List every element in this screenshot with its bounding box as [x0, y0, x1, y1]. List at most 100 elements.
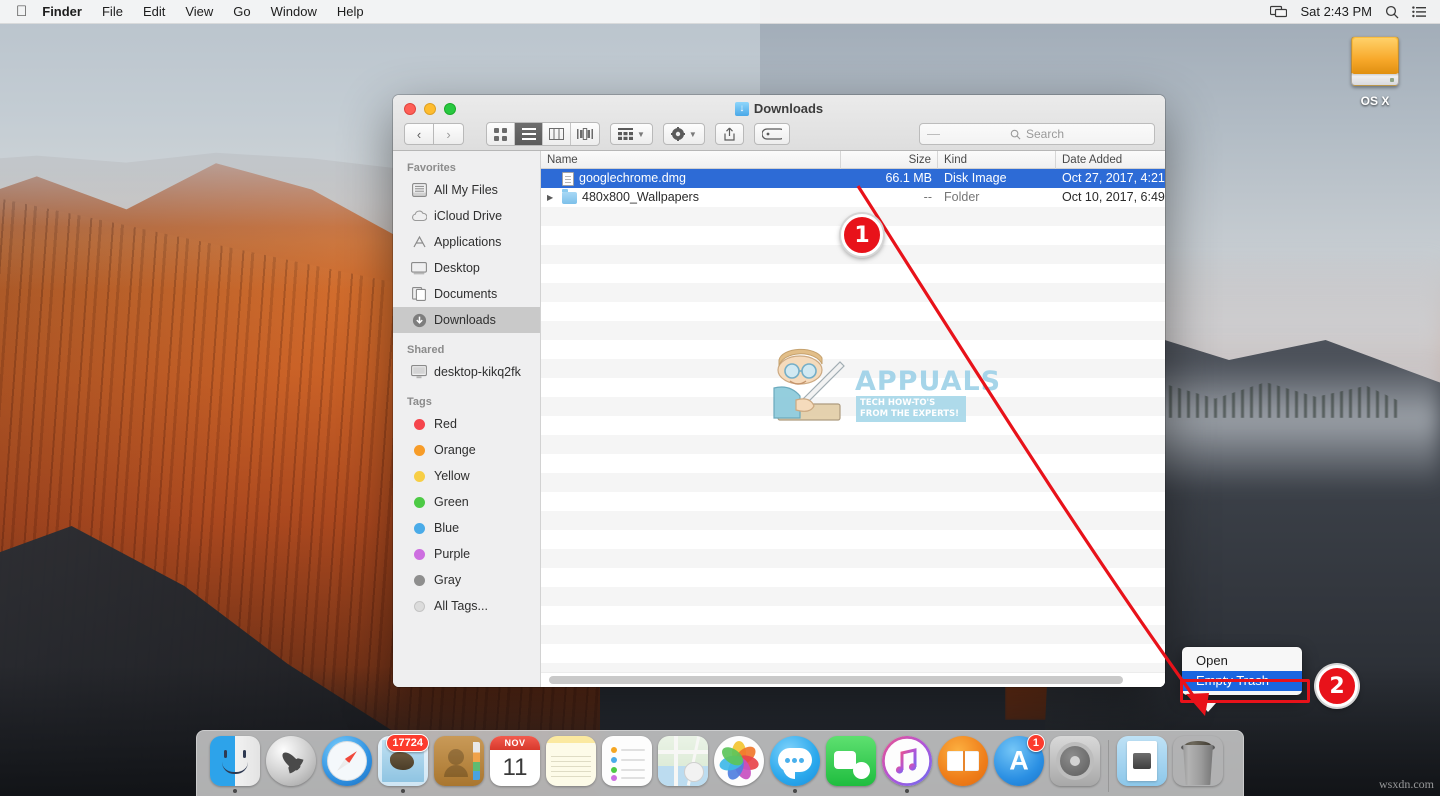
sidebar-item-downloads[interactable]: Downloads	[393, 307, 540, 333]
contacts-icon	[434, 736, 484, 786]
file-name-cell[interactable]: googlechrome.dmg	[541, 169, 841, 188]
column-header-date-added[interactable]: Date Added	[1056, 151, 1165, 169]
share-button[interactable]	[715, 123, 744, 145]
search-field[interactable]: Search	[919, 123, 1155, 145]
sidebar-item-documents[interactable]: Documents	[393, 281, 540, 307]
sidebar-item-label: Applications	[434, 235, 501, 249]
coverflow-view-button[interactable]	[571, 123, 599, 145]
dock-item-maps[interactable]	[655, 734, 711, 796]
menu-bar-clock[interactable]: Sat 2:43 PM	[1300, 4, 1372, 19]
empty-row	[541, 644, 1165, 663]
list-view-button[interactable]	[515, 123, 543, 145]
finder-icon	[210, 736, 260, 786]
finder-titlebar[interactable]: ↓ Downloads ‹ ›	[393, 95, 1165, 151]
menu-item-finder[interactable]: Finder	[40, 0, 92, 24]
dock-item-trash[interactable]	[1170, 734, 1226, 796]
dock-item-contacts[interactable]	[431, 734, 487, 796]
drive-label: OS X	[1336, 94, 1414, 108]
icon-view-button[interactable]	[487, 123, 515, 145]
dock-item-itunes[interactable]	[879, 734, 935, 796]
dock-item-reminders[interactable]	[599, 734, 655, 796]
sidebar-item-tag-red[interactable]: Red	[393, 411, 540, 437]
empty-row	[541, 568, 1165, 587]
arrange-button[interactable]: ▼	[610, 123, 653, 145]
sidebar-item-desktop[interactable]: Desktop	[393, 255, 540, 281]
column-header-size[interactable]: Size	[841, 151, 938, 169]
sidebar-item-applications[interactable]: Applications	[393, 229, 540, 255]
action-gear-button[interactable]: ▼	[663, 123, 705, 145]
dock-item-finder[interactable]	[207, 734, 263, 796]
sidebar-item-tag-green[interactable]: Green	[393, 489, 540, 515]
running-indicator	[401, 789, 405, 793]
sidebar-item-tag-purple[interactable]: Purple	[393, 541, 540, 567]
computer-icon	[411, 364, 427, 380]
back-button[interactable]: ‹	[404, 123, 434, 145]
empty-row	[541, 264, 1165, 283]
menu-item-window[interactable]: Window	[261, 0, 327, 24]
search-resize-grip[interactable]	[927, 134, 940, 135]
finder-toolbar: ‹ ›	[393, 119, 1165, 149]
sidebar-item-tag-blue[interactable]: Blue	[393, 515, 540, 541]
table-row[interactable]: ▶ 480x800_Wallpapers -- Folder Oct 10, 2…	[541, 188, 1165, 207]
sidebar-item-tag-gray[interactable]: Gray	[393, 567, 540, 593]
dock-item-notes[interactable]	[543, 734, 599, 796]
finder-sidebar[interactable]: Favorites All My Files iCloud Drive	[393, 151, 541, 687]
dock-item-mail[interactable]: 17724	[375, 734, 431, 796]
dock-item-launchpad[interactable]	[263, 734, 319, 796]
disclosure-triangle-icon[interactable]: ▶	[547, 188, 557, 207]
apple-menu-icon[interactable]: 	[0, 4, 40, 19]
sidebar-item-icloud-drive[interactable]: iCloud Drive	[393, 203, 540, 229]
tag-dot-icon	[411, 468, 427, 484]
tag-dot-icon	[411, 494, 427, 510]
forward-button[interactable]: ›	[434, 123, 464, 145]
menu-item-edit[interactable]: Edit	[133, 0, 175, 24]
menu-bar[interactable]:  Finder File Edit View Go Window Help S…	[0, 0, 1440, 24]
tag-button[interactable]	[754, 123, 790, 145]
sidebar-item-label: Purple	[434, 547, 470, 561]
sidebar-item-desktop-kikq2fk[interactable]: desktop-kikq2fk	[393, 359, 540, 385]
notification-center-icon[interactable]	[1412, 6, 1426, 18]
tag-dot-icon	[411, 572, 427, 588]
dock-item-downloads-stack[interactable]	[1114, 734, 1170, 796]
menu-item-go[interactable]: Go	[223, 0, 260, 24]
calendar-icon: NOV 11	[490, 736, 540, 786]
dock-item-calendar[interactable]: NOV 11	[487, 734, 543, 796]
dock-item-ibooks[interactable]	[935, 734, 991, 796]
dock-item-safari[interactable]	[319, 734, 375, 796]
search-icon[interactable]	[1385, 5, 1399, 19]
display-icon[interactable]	[1270, 5, 1287, 18]
horizontal-scrollbar[interactable]	[541, 672, 1165, 687]
tag-dot-icon	[411, 416, 427, 432]
dock-item-messages[interactable]	[767, 734, 823, 796]
file-list-column-headers[interactable]: Name Size Kind Date Added	[541, 151, 1165, 169]
column-header-kind[interactable]: Kind	[938, 151, 1056, 169]
downloads-folder-icon: ↓	[735, 102, 749, 116]
menu-item-view[interactable]: View	[175, 0, 223, 24]
column-view-button[interactable]	[543, 123, 571, 145]
sidebar-item-all-tags[interactable]: All Tags...	[393, 593, 540, 619]
sidebar-item-tag-orange[interactable]: Orange	[393, 437, 540, 463]
sidebar-item-all-my-files[interactable]: All My Files	[393, 177, 540, 203]
dock-item-system-preferences[interactable]	[1047, 734, 1103, 796]
dock-item-photos[interactable]	[711, 734, 767, 796]
running-indicator	[905, 789, 909, 793]
column-header-name[interactable]: Name	[541, 151, 841, 169]
sidebar-section-tags-title: Tags	[393, 393, 540, 411]
context-menu-item-open[interactable]: Open	[1182, 651, 1302, 671]
menu-item-help[interactable]: Help	[327, 0, 374, 24]
dock-item-facetime[interactable]	[823, 734, 879, 796]
sidebar-item-tag-yellow[interactable]: Yellow	[393, 463, 540, 489]
sidebar-item-label: Documents	[434, 287, 497, 301]
dock-item-app-store[interactable]: A 1	[991, 734, 1047, 796]
file-name-cell[interactable]: ▶ 480x800_Wallpapers	[541, 188, 841, 207]
finder-window[interactable]: ↓ Downloads ‹ ›	[393, 95, 1165, 687]
dock[interactable]: 17724 NOV 11	[196, 730, 1244, 796]
sidebar-item-label: Gray	[434, 573, 461, 587]
scrollbar-thumb[interactable]	[549, 676, 1123, 684]
sidebar-section-favorites-title: Favorites	[393, 159, 540, 177]
desktop-drive-icon[interactable]: OS X	[1336, 30, 1414, 108]
tag-dot-icon	[411, 546, 427, 562]
table-row[interactable]: googlechrome.dmg 66.1 MB Disk Image Oct …	[541, 169, 1165, 188]
menu-item-file[interactable]: File	[92, 0, 133, 24]
empty-row	[541, 435, 1165, 454]
